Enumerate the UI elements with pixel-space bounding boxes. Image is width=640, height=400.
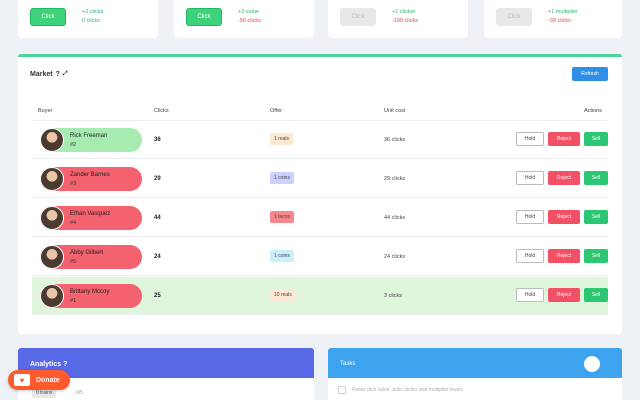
buyer-pill: Zander Barnes #3 [40, 167, 142, 191]
unit-cost: 44 clicks [384, 215, 406, 221]
avatar [40, 284, 64, 308]
sell-button[interactable]: Sell [584, 288, 608, 302]
row-actions: Hold Reject Sell [516, 210, 608, 224]
row-clicks: 29 [154, 176, 161, 182]
offer-badge: 1 coins [270, 250, 294, 262]
card-cost: -100 clicks [392, 18, 418, 24]
table-row-highlighted: Brittany Mccoy #1 25 10 reals 3 clicks H… [32, 277, 608, 315]
table-row: Ethan Vasquez #4 44 1 tacos 44 clicks Ho… [32, 199, 608, 237]
avatar [40, 167, 64, 191]
offer-badge: 10 reals [270, 289, 296, 301]
hold-button[interactable]: Hold [516, 249, 544, 263]
unit-cost: 36 clicks [384, 137, 406, 143]
unit-cost: 3 clicks [384, 293, 403, 299]
market-title-text: Market [30, 71, 53, 78]
header-clicks: Clicks [154, 108, 169, 114]
header-actions: Actions [583, 108, 602, 114]
row-clicks: 24 [154, 254, 161, 260]
buyer-pill: Abby Gilbert #5 [40, 245, 142, 269]
unit-cost: 29 clicks [384, 176, 406, 182]
task-label: Reset click value, auto clicker and mult… [352, 387, 463, 393]
buyer-id: #4 [70, 220, 77, 226]
offer-badge: 1 tacos [270, 211, 295, 223]
market-title: Market ? ⤢ [30, 71, 68, 78]
row-actions: Hold Reject Sell [516, 249, 608, 263]
avatar [40, 206, 64, 230]
upgrade-card-clicker: Click +1 clicker -100 clicks [328, 0, 468, 38]
reject-button[interactable]: Reject [548, 210, 580, 224]
offer-badge: 1 reals [270, 133, 294, 145]
card-gain: +1 clicker [392, 9, 416, 15]
sell-button[interactable]: Sell [584, 171, 608, 185]
reject-button[interactable]: Reject [548, 288, 580, 302]
header-unit-cost: Unit cost [384, 108, 406, 114]
sell-button[interactable]: Sell [584, 249, 608, 263]
tasks-panel: Tasks Reset click value, auto clicker an… [328, 348, 622, 400]
market-panel: Market ? ⤢ Refresh Buyer Clicks Offer Un… [18, 54, 622, 334]
value-upgrade-button[interactable]: Click [186, 8, 222, 26]
avatar [40, 245, 64, 269]
expand-icon[interactable]: ⤢ [63, 71, 68, 78]
coffee-cup-icon: ♥ [14, 374, 30, 386]
buyer-pill: Ethan Vasquez #4 [40, 206, 142, 230]
reject-button[interactable]: Reject [548, 132, 580, 146]
offer-badge: 1 coins [270, 172, 294, 184]
row-actions: Hold Reject Sell [516, 171, 608, 185]
buyer-name: Zander Barnes [70, 172, 110, 178]
header-offer: Offer [270, 108, 283, 114]
click-button[interactable]: Click [30, 8, 66, 26]
row-actions: Hold Reject Sell [516, 288, 608, 302]
row-clicks: 36 [154, 137, 161, 143]
buyer-id: #5 [70, 259, 77, 265]
header-buyer: Buyer [38, 108, 53, 114]
table-row: Rick Freeman #2 36 1 reals 36 clicks Hol… [32, 121, 608, 159]
card-gain: +1 multiplier [548, 9, 578, 15]
table-row: Abby Gilbert #5 24 1 coins 24 clicks Hol… [32, 238, 608, 276]
help-icon[interactable]: ? [63, 361, 67, 368]
tasks-title: Tasks [340, 361, 356, 367]
sell-button[interactable]: Sell [584, 132, 608, 146]
hold-button[interactable]: Hold [516, 132, 544, 146]
buyer-id: #2 [70, 142, 77, 148]
buyer-pill: Brittany Mccoy #1 [40, 284, 142, 308]
buyer-id: #3 [70, 181, 77, 187]
buyer-id: #1 [70, 298, 77, 304]
hold-button[interactable]: Hold [516, 210, 544, 224]
buyer-pill: Rick Freeman #2 [40, 128, 142, 152]
tasks-toggle[interactable] [584, 356, 600, 372]
card-gain: +2 clicks [82, 9, 104, 15]
tasks-header: Tasks [328, 348, 622, 378]
table-row: Zander Barnes #3 29 1 coins 29 clicks Ho… [32, 160, 608, 198]
unit-cost: 24 clicks [384, 254, 406, 260]
card-cost: -39 clicks [548, 18, 571, 24]
refresh-button[interactable]: Refresh [572, 67, 608, 81]
analytics-title: Analytics [30, 361, 62, 368]
buyer-name: Ethan Vasquez [70, 211, 111, 217]
card-cost: 0 clicks [82, 18, 101, 24]
buyer-name: Brittany Mccoy [70, 289, 110, 295]
clicker-upgrade-button[interactable]: Click [340, 8, 376, 26]
reject-button[interactable]: Reject [548, 171, 580, 185]
reject-button[interactable]: Reject [548, 249, 580, 263]
hold-button[interactable]: Hold [516, 171, 544, 185]
upgrade-card-multiplier: Click +1 multiplier -39 clicks [484, 0, 622, 38]
row-clicks: 44 [154, 215, 161, 221]
buyer-name: Rick Freeman [70, 133, 108, 139]
card-cost: -56 clicks [238, 18, 261, 24]
hold-button[interactable]: Hold [516, 288, 544, 302]
row-actions: Hold Reject Sell [516, 132, 608, 146]
donate-button[interactable]: ♥ Donate [8, 370, 70, 390]
sell-button[interactable]: Sell [584, 210, 608, 224]
buyer-name: Abby Gilbert [70, 250, 104, 256]
upgrade-card-value: Click +3 value -56 clicks [174, 0, 314, 38]
card-gain: +3 value [238, 9, 259, 15]
help-icon[interactable]: ? [56, 71, 60, 78]
multiplier-upgrade-button[interactable]: Click [496, 8, 532, 26]
task-checkbox[interactable] [338, 386, 346, 394]
row-clicks: 25 [154, 293, 161, 299]
avatar [40, 128, 64, 152]
upgrade-card-click: Click +2 clicks 0 clicks [18, 0, 158, 38]
donate-label: Donate [36, 376, 60, 384]
analytics-sub: 0/5 [76, 390, 83, 396]
